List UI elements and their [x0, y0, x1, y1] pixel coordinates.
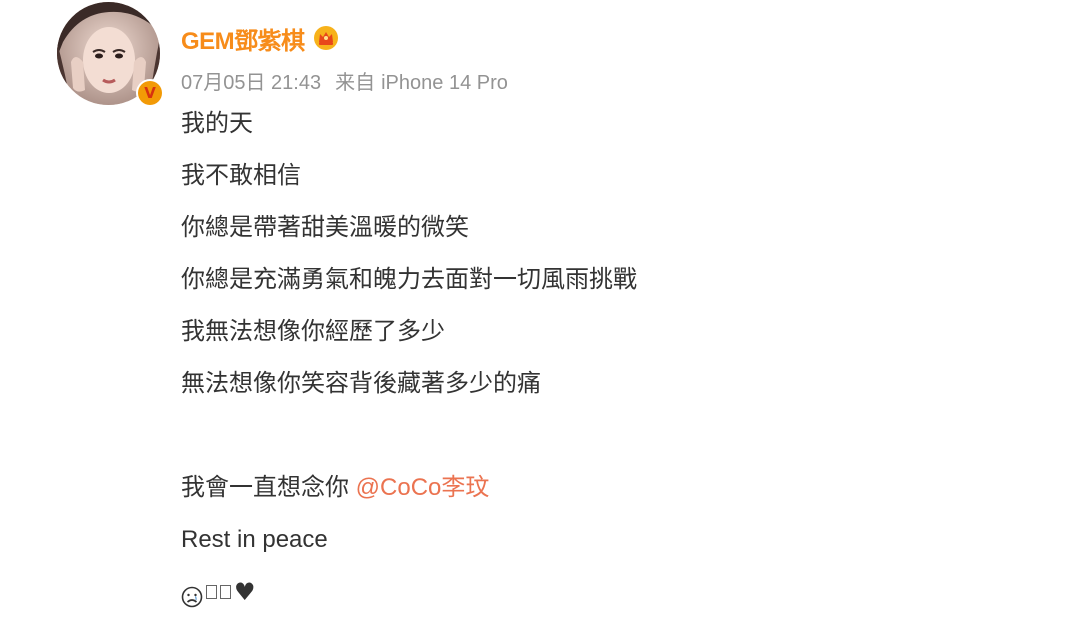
post-timestamp[interactable]: 07月05日 21:43 — [181, 72, 321, 94]
post-header: GEM鄧紫棋 — [181, 18, 339, 58]
source-prefix: 来自 — [335, 72, 376, 94]
post-line: 我無法想像你經歷了多少 — [181, 318, 445, 345]
post-line: 你總是充滿勇氣和魄力去面對一切風雨挑戰 — [181, 266, 637, 293]
english-line: Rest in peace — [181, 526, 328, 553]
verified-badge-glyph: V — [138, 81, 162, 105]
post-line: 無法想像你笑容背後藏著多少的痛 — [181, 370, 541, 397]
post-meta: 07月05日 21:43 来自 iPhone 14 Pro — [181, 66, 508, 95]
closing-text: 我會一直想念你 — [181, 474, 356, 501]
post-line: 你總是帶著甜美溫暖的微笑 — [181, 214, 469, 241]
missing-glyph-icon — [206, 585, 217, 599]
crown-icon[interactable] — [313, 25, 339, 51]
closing-line: 我會一直想念你 @CoCo李玟 — [181, 468, 637, 520]
verified-badge-icon: V — [136, 79, 164, 107]
post-content: 我的天 我不敢相信 你總是帶著甜美溫暖的微笑 你總是充滿勇氣和魄力去面對一切風雨… — [181, 104, 637, 612]
post-line: 我的天 — [181, 110, 253, 137]
post-line: 我不敢相信 — [181, 162, 301, 189]
weibo-post: V GEM鄧紫棋 07月05日 21:43 来自 iPhone 14 Pro 我的天… — [0, 0, 1078, 628]
avatar-container[interactable]: V — [57, 2, 164, 107]
sad-face-icon — [181, 581, 203, 608]
heart-icon: ♥ — [234, 578, 256, 606]
source-device[interactable]: iPhone 14 Pro — [381, 72, 508, 94]
author-name[interactable]: GEM鄧紫棋 — [181, 21, 305, 56]
missing-glyph-icon — [220, 585, 231, 599]
mention-link[interactable]: @CoCo李玟 — [356, 474, 490, 501]
emoji-row: ♥ — [181, 572, 637, 612]
